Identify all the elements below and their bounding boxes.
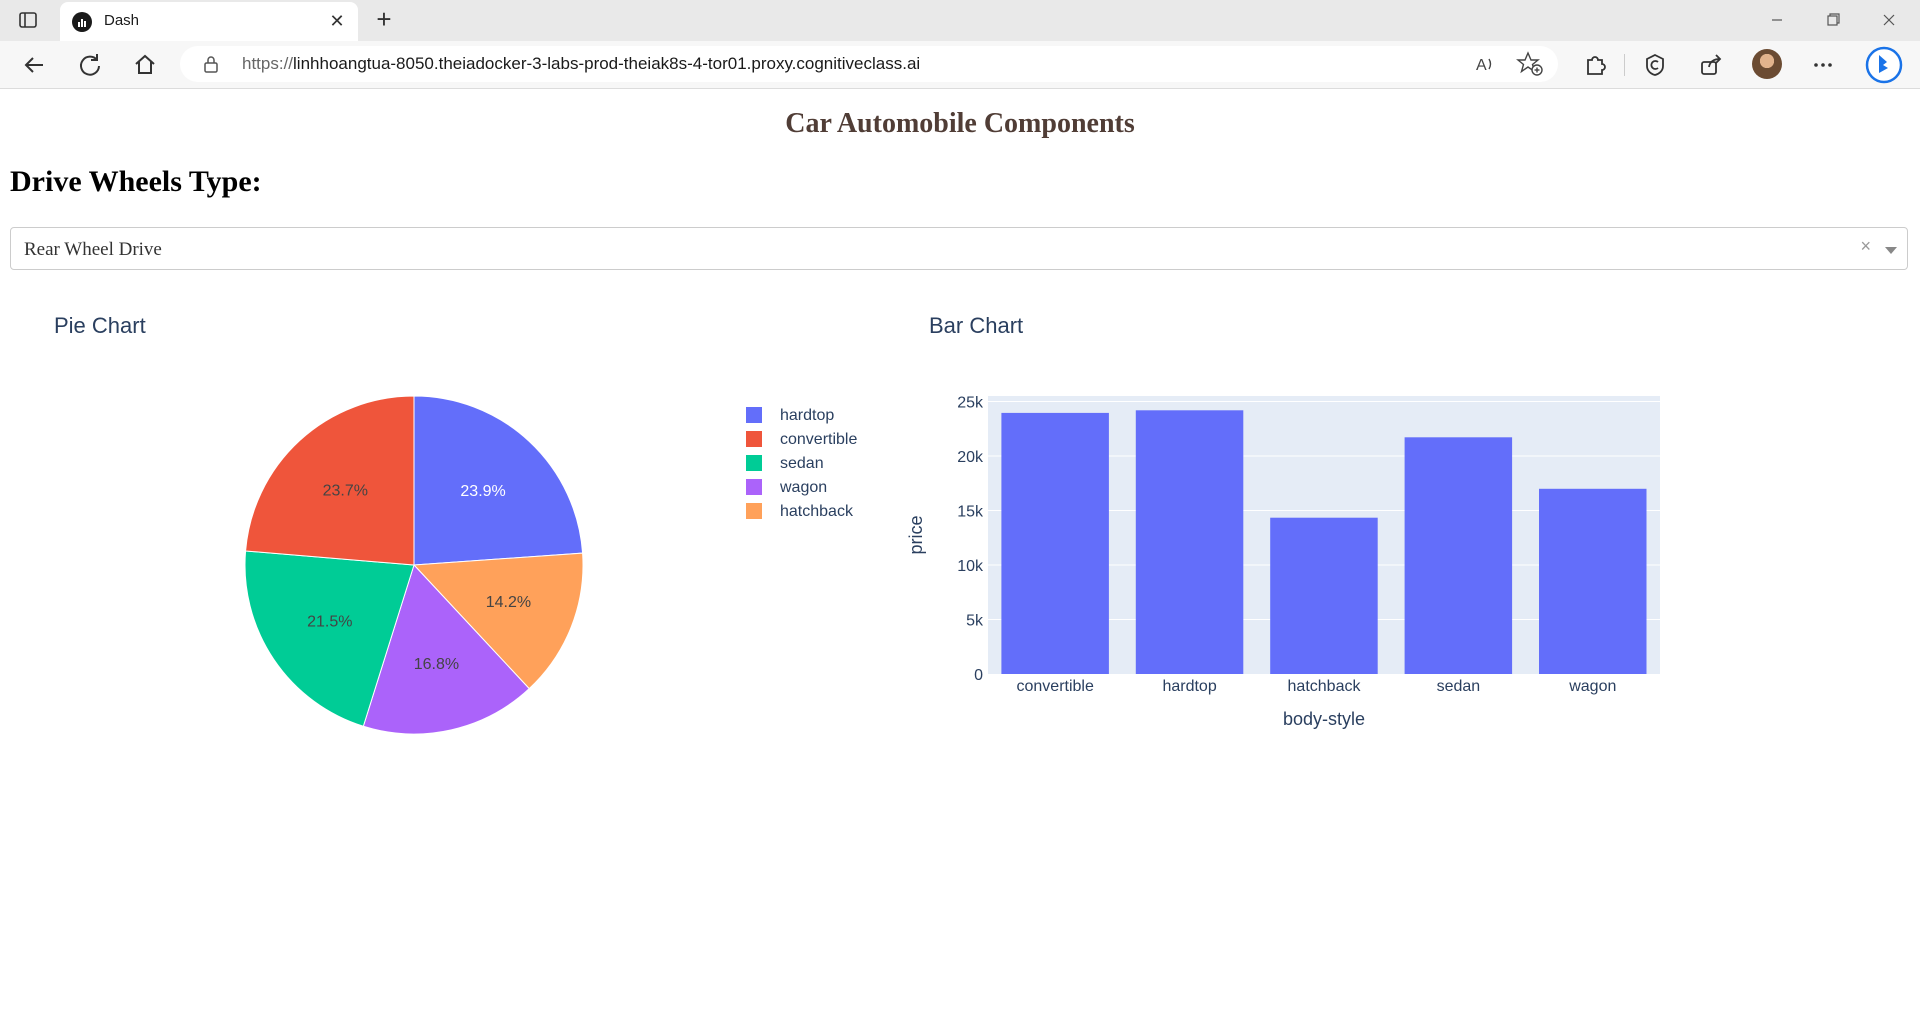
pie-chart[interactable]: 23.9% 14.2% 16.8% 21.5% 23.7% hardtop converti… [0, 340, 900, 780]
browser-essentials-icon[interactable] [1640, 50, 1670, 80]
x-tick-label-hardtop: hardtop [1162, 678, 1216, 695]
x-tick-label-wagon: wagon [1568, 678, 1616, 695]
url-scheme: https:// [242, 54, 294, 73]
profile-avatar[interactable] [1752, 49, 1782, 79]
bing-copilot-icon[interactable] [1864, 45, 1904, 85]
bar-sedan[interactable] [1404, 437, 1513, 674]
close-window-icon[interactable] [1866, 4, 1912, 36]
url-host: linhhoangtua-8050.theiadocker-3-labs-pro… [293, 54, 921, 73]
url-text[interactable]: https://linhhoangtua-8050.theiadocker-3-… [242, 54, 920, 74]
legend-swatch-hatchback[interactable] [746, 503, 762, 519]
lock-icon[interactable] [202, 55, 220, 73]
svg-text:A: A [1476, 57, 1487, 74]
y-tick-label: 15k [957, 503, 984, 520]
dropdown-selected-value: Rear Wheel Drive [24, 239, 162, 260]
bar-chart[interactable]: 0 5k 10k 15k 20k 25k convertible hardtop hatchba… [900, 340, 1900, 800]
bar-hardtop[interactable] [1135, 410, 1244, 674]
chevron-down-icon[interactable] [1885, 247, 1897, 254]
dash-favicon-icon [72, 12, 92, 32]
pie-slice-hardtop[interactable] [413, 395, 584, 566]
drive-wheels-dropdown[interactable]: Rear Wheel Drive × [10, 227, 1908, 270]
pie-slice-label-wagon: 16.8% [414, 656, 459, 673]
pie-slice-label-hatchback: 14.2% [486, 594, 531, 611]
add-favorite-icon[interactable] [1516, 50, 1544, 78]
legend-label-convertible[interactable]: convertible [780, 431, 857, 448]
minimize-icon[interactable] [1754, 4, 1800, 36]
restore-icon[interactable] [1810, 4, 1856, 36]
x-tick-label-hatchback: hatchback [1288, 678, 1362, 695]
bar-hatchback[interactable] [1270, 517, 1378, 674]
browser-nav-bar: https://linhhoangtua-8050.theiadocker-3-… [0, 41, 1920, 89]
bar-convertible[interactable] [1001, 412, 1109, 674]
x-tick-label-convertible: convertible [1017, 678, 1094, 695]
bar-chart-title: Bar Chart [929, 313, 1024, 338]
browser-tab[interactable]: Dash ✕ [60, 2, 358, 41]
y-tick-label: 0 [974, 667, 983, 684]
close-tab-icon[interactable]: ✕ [326, 10, 348, 32]
address-bar[interactable]: https://linhhoangtua-8050.theiadocker-3-… [180, 46, 1558, 82]
tab-actions-icon[interactable] [18, 10, 38, 30]
pie-slice-label-sedan: 21.5% [307, 614, 352, 631]
x-tick-label-sedan: sedan [1437, 678, 1481, 695]
pie-slice-label-hardtop: 23.9% [460, 483, 505, 500]
legend-label-hardtop[interactable]: hardtop [780, 407, 834, 424]
y-tick-label: 10k [957, 558, 984, 575]
browser-tab-bar: Dash ✕ + [0, 0, 1920, 41]
pie-chart-title: Pie Chart [54, 313, 146, 338]
clear-selection-icon[interactable]: × [1860, 236, 1871, 257]
y-tick-label: 25k [957, 394, 984, 411]
legend-label-hatchback[interactable]: hatchback [780, 503, 854, 520]
legend-swatch-sedan[interactable] [746, 455, 762, 471]
back-arrow-icon[interactable] [19, 50, 49, 80]
toolbar-divider [1624, 54, 1625, 76]
read-aloud-icon[interactable]: A [1472, 50, 1500, 78]
legend-label-sedan[interactable]: sedan [780, 455, 824, 472]
y-tick-label: 5k [966, 612, 984, 629]
legend-swatch-convertible[interactable] [746, 431, 762, 447]
pie-slice-label-convertible: 23.7% [323, 482, 368, 499]
new-tab-icon[interactable]: + [370, 6, 398, 34]
share-icon[interactable] [1696, 50, 1726, 80]
tab-title: Dash [104, 12, 140, 29]
x-axis-title: body-style [1283, 709, 1365, 729]
bar-wagon[interactable] [1539, 488, 1647, 674]
page-title: Car Automobile Components [785, 108, 1135, 139]
y-tick-label: 20k [957, 449, 984, 466]
legend-swatch-wagon[interactable] [746, 479, 762, 495]
more-options-icon[interactable] [1808, 50, 1838, 80]
pie-slice-convertible[interactable] [245, 395, 415, 566]
y-axis-title: price [906, 515, 926, 554]
extensions-icon[interactable] [1580, 50, 1610, 80]
refresh-icon[interactable] [75, 50, 105, 80]
home-icon[interactable] [130, 50, 160, 80]
legend-label-wagon[interactable]: wagon [779, 479, 827, 496]
drive-wheels-label: Drive Wheels Type: [10, 165, 262, 198]
legend-swatch-hardtop[interactable] [746, 407, 762, 423]
